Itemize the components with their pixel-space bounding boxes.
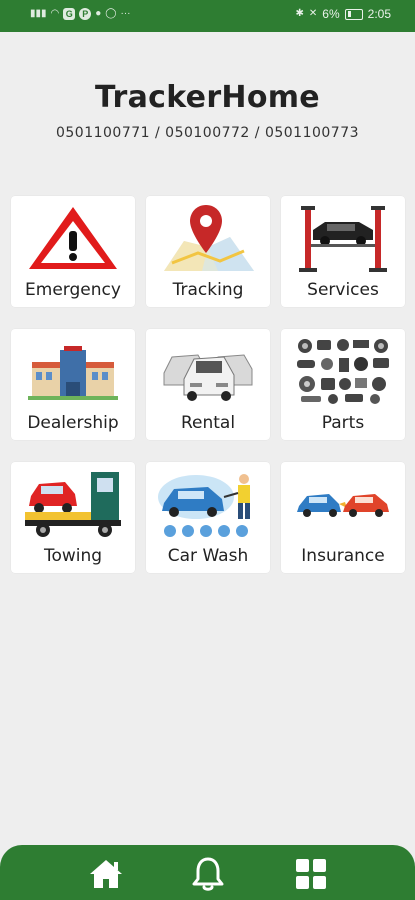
signal-icon: ▮▮▮ — [30, 8, 47, 19]
battery-icon — [344, 8, 363, 20]
car-wash-icon — [146, 466, 270, 542]
tile-label: Insurance — [301, 546, 385, 566]
car-collision-icon — [281, 466, 405, 542]
tile-car-wash[interactable]: Car Wash — [146, 462, 270, 573]
warning-triangle-icon — [11, 200, 135, 276]
tile-services[interactable]: Services — [281, 196, 405, 307]
tile-rental[interactable]: Rental — [146, 329, 270, 440]
auto-parts-icon — [281, 333, 405, 409]
phone-numbers: 0501100771 / 050100772 / 0501100773 — [55, 125, 360, 141]
tile-insurance[interactable]: Insurance — [281, 462, 405, 573]
status-bar: ▮▮▮ ◠ G P ● ◯ ··· ✱ ✕ 6% 2:05 — [0, 0, 415, 32]
header: TrackerHome 0501100771 / 050100772 / 050… — [0, 80, 415, 141]
tile-label: Towing — [43, 546, 103, 566]
grid-icon — [296, 859, 326, 889]
map-pin-icon — [146, 200, 270, 276]
tile-towing[interactable]: Towing — [11, 462, 135, 573]
tile-parts[interactable]: Parts — [281, 329, 405, 440]
bell-icon — [192, 857, 224, 891]
home-icon — [90, 860, 122, 888]
tile-label: Emergency — [25, 280, 121, 300]
tile-emergency[interactable]: Emergency — [11, 196, 135, 307]
more-notifications: ··· — [120, 8, 131, 19]
whatsapp-icon: ◯ — [105, 8, 117, 19]
rental-cars-icon — [146, 333, 270, 409]
status-left-icons: ▮▮▮ ◠ G P ● ◯ ··· — [30, 7, 131, 21]
tile-label: Rental — [180, 413, 236, 433]
nav-menu-button[interactable] — [291, 854, 331, 894]
mute-icon: ✕ — [308, 8, 318, 19]
tow-truck-icon — [11, 466, 135, 542]
bluetooth-icon: ✱ — [295, 8, 304, 19]
wifi-icon: ◠ — [50, 8, 60, 19]
tile-tracking[interactable]: Tracking — [146, 196, 270, 307]
app-badge-icon: G — [63, 8, 76, 20]
tile-label: Services — [307, 280, 379, 300]
dealership-building-icon — [11, 333, 135, 409]
battery-percent: 6% — [322, 7, 340, 21]
bottom-nav — [0, 845, 415, 900]
tile-label: Tracking — [172, 280, 244, 300]
nav-notifications-button[interactable] — [188, 854, 228, 894]
tile-label: Dealership — [27, 413, 119, 433]
tile-label: Parts — [321, 413, 365, 433]
tile-label: Car Wash — [167, 546, 249, 566]
status-right-icons: ✱ ✕ 6% 2:05 — [296, 7, 391, 21]
services-grid: Emergency Tracking Services Dealership R… — [11, 196, 405, 573]
chat-icon: ● — [95, 8, 102, 19]
page-title: TrackerHome — [95, 80, 320, 115]
clock: 2:05 — [367, 7, 391, 21]
nav-home-button[interactable] — [86, 854, 126, 894]
tile-dealership[interactable]: Dealership — [11, 329, 135, 440]
car-lift-icon — [281, 200, 405, 276]
app-badge-icon: P — [79, 8, 92, 20]
